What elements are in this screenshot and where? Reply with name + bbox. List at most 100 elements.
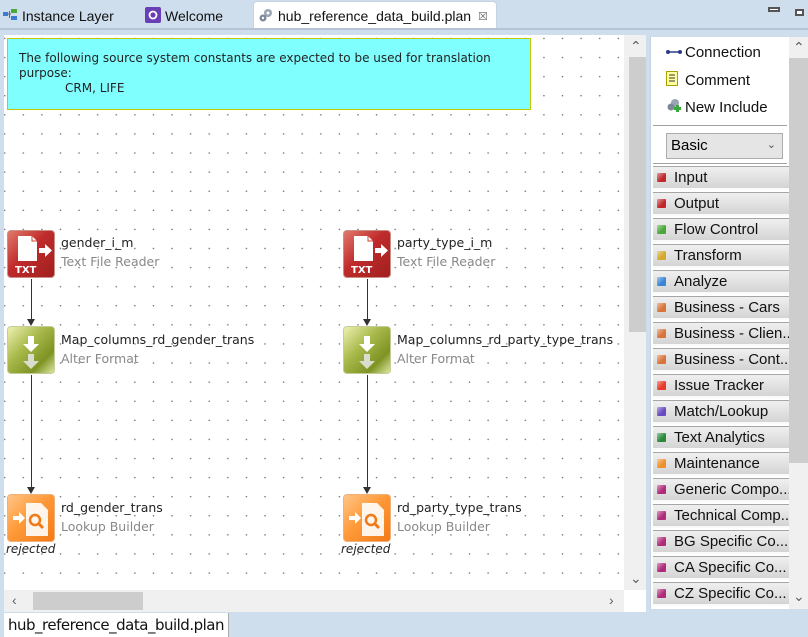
palette-drawer[interactable]: Input <box>653 166 789 190</box>
palette-drawer[interactable]: CA Specific Co... <box>653 556 789 580</box>
rejected-port-label[interactable]: rejected <box>6 542 55 556</box>
alter-format-node-icon[interactable] <box>343 326 391 374</box>
rejected-port-label[interactable]: rejected <box>341 542 390 556</box>
drawer-label: Input <box>674 169 708 186</box>
tab-hub-reference-data-build-plan[interactable]: hub_reference_data_build.plan ☒ <box>253 1 497 30</box>
vertical-scroll-thumb[interactable] <box>629 57 646 332</box>
plan-gear-icon <box>258 7 274 26</box>
drawer-color-icon <box>657 173 666 182</box>
drawer-color-icon <box>657 381 666 390</box>
node-title[interactable]: rd_party_type_trans <box>397 500 522 515</box>
drawer-color-icon <box>657 511 666 520</box>
scroll-down-icon[interactable]: ⌄ <box>793 589 805 603</box>
drawer-color-icon <box>657 485 666 494</box>
horizontal-scroll-thumb[interactable] <box>33 592 143 610</box>
scroll-up-icon[interactable]: ⌃ <box>630 39 642 53</box>
palette-drawer[interactable]: Issue Tracker <box>653 374 789 398</box>
comment-note[interactable]: The following source system constants ar… <box>7 38 531 110</box>
connection-line[interactable] <box>367 375 368 492</box>
palette-drawer[interactable]: Text Analytics <box>653 426 789 450</box>
palette-drawer[interactable]: BG Specific Co... <box>653 530 789 554</box>
txt-badge: TXT <box>15 265 37 276</box>
palette-drawer[interactable]: Generic Compo... <box>653 478 789 502</box>
close-tab-icon[interactable]: ☒ <box>478 10 488 23</box>
palette-drawer[interactable]: Output <box>653 192 789 216</box>
node-title[interactable]: gender_i_m <box>61 235 133 250</box>
palette-drawer[interactable]: CZ Specific Co... <box>653 582 789 606</box>
palette-drawer[interactable]: Match/Lookup <box>653 400 789 424</box>
palette-category-select[interactable]: Basic ⌄ <box>666 133 783 159</box>
drawer-label: CA Specific Co... <box>674 559 787 576</box>
node-title[interactable]: party_type_i_m <box>397 235 492 250</box>
node-type: Text File Reader <box>397 254 496 269</box>
text-file-reader-node-icon[interactable]: TXT <box>343 230 391 278</box>
palette-drawer[interactable]: Flow Control <box>653 218 789 242</box>
palette-drawer[interactable]: Business - Cars <box>653 296 789 320</box>
drawer-color-icon <box>657 407 666 416</box>
node-title[interactable]: Map_columns_rd_gender_trans <box>61 332 254 347</box>
canvas-horizontal-scrollbar[interactable]: ‹ › <box>4 590 624 612</box>
drawer-color-icon <box>657 589 666 598</box>
tab-instance-layer[interactable]: Instance Layer <box>2 4 114 28</box>
tab-welcome[interactable]: Welcome <box>145 4 223 28</box>
palette-drawer[interactable]: Technical Comp... <box>653 504 789 528</box>
drawer-label: Output <box>674 195 720 212</box>
tab-label: Welcome <box>165 8 224 24</box>
node-type: Lookup Builder <box>61 519 154 534</box>
drawer-label: Business - Cars <box>674 299 780 316</box>
drawer-color-icon <box>657 277 666 286</box>
drawer-color-icon <box>657 537 666 546</box>
node-title[interactable]: rd_gender_trans <box>61 500 163 515</box>
drawer-label: Flow Control <box>674 221 759 238</box>
palette-drawer[interactable]: Analyze <box>653 270 789 294</box>
palette-tool-new-include[interactable]: New Include <box>666 98 768 117</box>
palette-divider <box>653 125 787 126</box>
scroll-up-icon[interactable]: ⌃ <box>793 40 805 54</box>
restore-button[interactable] <box>795 9 804 16</box>
drawer-label: Maintenance <box>674 455 760 472</box>
drawer-color-icon <box>657 433 666 442</box>
drawer-color-icon <box>657 459 666 468</box>
connection-icon <box>666 44 684 61</box>
canvas-vertical-scrollbar[interactable]: ⌃ ⌄ <box>624 35 646 590</box>
drawer-label: CZ Specific Co... <box>674 585 787 602</box>
drawer-color-icon <box>657 303 666 312</box>
scroll-left-icon[interactable]: ‹ <box>12 593 17 607</box>
palette-scroll-thumb[interactable] <box>789 58 808 463</box>
palette-drawer[interactable]: Transform <box>653 244 789 268</box>
node-title[interactable]: Map_columns_rd_party_type_trans <box>397 332 613 347</box>
palette-tool-comment[interactable]: Comment <box>666 71 750 90</box>
instance-layer-icon <box>2 8 18 25</box>
plan-canvas[interactable]: The following source system constants ar… <box>4 35 624 590</box>
bottom-tab-plan[interactable]: hub_reference_data_build.plan <box>4 613 229 637</box>
scroll-down-icon[interactable]: ⌄ <box>630 571 642 585</box>
alter-format-node-icon[interactable] <box>7 326 55 374</box>
text-file-reader-node-icon[interactable]: TXT <box>7 230 55 278</box>
scroll-right-icon[interactable]: › <box>609 593 614 607</box>
palette-drawer[interactable]: Business - Clien... <box>653 322 789 346</box>
drawer-color-icon <box>657 251 666 260</box>
tool-label: New Include <box>685 99 768 116</box>
drawer-label: BG Specific Co... <box>674 533 789 550</box>
connection-line[interactable] <box>31 375 32 492</box>
plan-editor: The following source system constants ar… <box>4 35 646 612</box>
connection-line[interactable] <box>31 279 32 324</box>
note-line-1: The following source system constants ar… <box>19 51 491 80</box>
drawer-label: Generic Compo... <box>674 481 789 498</box>
lookup-builder-node-icon[interactable] <box>343 494 391 542</box>
select-value: Basic <box>671 137 708 154</box>
lookup-builder-node-icon[interactable] <box>7 494 55 542</box>
tool-palette: Connection Comment New Include Basic ⌄ I… <box>650 37 808 609</box>
drawer-color-icon <box>657 355 666 364</box>
palette-tool-connection[interactable]: Connection <box>666 44 761 61</box>
drawer-label: Transform <box>674 247 742 264</box>
editor-tab-bar: Instance Layer Welcome hub_reference_dat… <box>0 0 808 30</box>
node-type: Text File Reader <box>61 254 160 269</box>
connection-line[interactable] <box>367 279 368 324</box>
palette-drawer[interactable]: Business - Cont... <box>653 348 789 372</box>
palette-scrollbar[interactable]: ⌃ ⌄ <box>789 37 808 609</box>
palette-drawer[interactable]: Maintenance <box>653 452 789 476</box>
node-type: Alter Format <box>61 351 139 366</box>
minimize-button[interactable] <box>768 7 780 12</box>
drawer-label: Issue Tracker <box>674 377 765 394</box>
